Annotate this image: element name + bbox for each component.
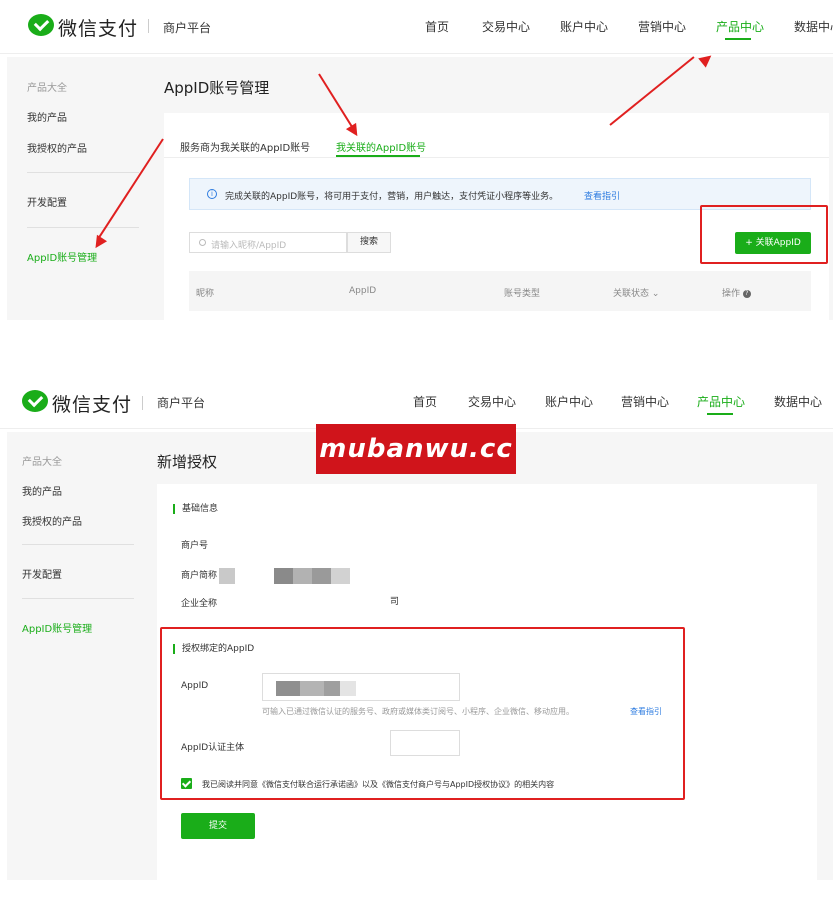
sidebar-divider [27,172,139,173]
sidebar-divider [27,227,139,228]
platform-subtitle: 商户平台 [157,396,206,410]
sidebar-item-my-products[interactable]: 我的产品 [22,483,62,498]
top-header: 微信支付 商户平台 首页 交易中心 账户中心 营销中心 产品中心 数据中心 [0,375,833,429]
search-placeholder: 请输入昵称/AppID [211,241,287,251]
merchant-short-name-label: 商户简称 [181,571,218,581]
nav-product-center[interactable]: 产品中心 [697,393,745,410]
redacted-short-name-value [274,568,350,584]
tab-provider-linked-appid[interactable]: 服务商为我关联的AppID账号 [180,139,310,154]
column-account-type: 账号类型 [504,289,541,299]
sidebar-item-my-products[interactable]: 我的产品 [27,109,67,124]
sidebar-item-authorized-products[interactable]: 我授权的产品 [22,513,82,528]
column-link-status-label: 关联状态 [613,289,650,299]
sidebar-divider [22,598,134,599]
nav-marketing-center[interactable]: 营销中心 [621,393,669,410]
nav-marketing-center[interactable]: 营销中心 [638,18,686,35]
column-appid: AppID [349,286,377,296]
info-text: 完成关联的AppID账号，将可用于支付，营销，用户触达，支付凭证小程序等业务。 [225,192,559,202]
top-header: 微信支付 商户平台 首页 交易中心 账户中心 营销中心 产品中心 数据中心 [0,0,833,54]
search-icon [199,239,206,246]
sidebar-item-appid-management[interactable]: AppID账号管理 [22,620,92,635]
wechat-pay-logo-icon [28,14,54,36]
wechat-pay-logo-icon [22,390,48,412]
platform-subtitle: 商户平台 [163,21,212,35]
sidebar-group-title: 产品大全 [27,83,67,94]
header-divider [148,19,149,33]
merchant-no-label: 商户号 [181,541,209,551]
nav-home[interactable]: 首页 [413,393,437,410]
section-basic-info: 基础信息 [173,504,218,514]
nav-data-center[interactable]: 数据中心 [794,18,833,35]
nav-active-indicator [707,413,733,415]
company-name-label: 企业全称 [181,599,218,609]
column-link-status[interactable]: 关联状态 ⌄ [613,286,659,299]
info-guide-link[interactable]: 查看指引 [584,189,620,202]
company-name-value: 司 [390,597,400,607]
nav-account-center[interactable]: 账户中心 [560,18,608,35]
submit-button[interactable]: 提交 [181,813,255,839]
question-icon[interactable]: ? [742,289,751,298]
column-operation-label: 操作 [722,289,741,299]
page-title: 新增授权 [157,453,218,471]
sidebar-divider [22,544,134,545]
nav-home[interactable]: 首页 [425,18,449,35]
sidebar-item-dev-config[interactable]: 开发配置 [22,566,62,581]
nav-account-center[interactable]: 账户中心 [545,393,593,410]
sidebar: 产品大全 我的产品 我授权的产品 开发配置 AppID账号管理 [7,432,149,880]
table-header: 昵称 AppID 账号类型 关联状态 ⌄ 操作 ? [189,271,811,311]
nav-active-indicator [725,38,751,40]
sidebar-item-dev-config[interactable]: 开发配置 [27,194,67,209]
column-nickname: 昵称 [196,289,215,299]
logo-text: 微信支付 [58,18,139,40]
watermark: mubanwu.cc [316,424,516,474]
info-icon: i [207,189,217,199]
logo-text: 微信支付 [52,394,133,416]
screenshot-appid-management: 微信支付 商户平台 首页 交易中心 账户中心 营销中心 产品中心 数据中心 产品… [0,0,833,320]
main-area: AppID账号管理 服务商为我关联的AppID账号 我关联的AppID账号 i … [155,57,833,320]
tab-divider [164,157,829,158]
column-operation: 操作 ? [722,286,751,299]
page-title: AppID账号管理 [164,79,270,97]
screenshot-new-authorization: 微信支付 商户平台 首页 交易中心 账户中心 营销中心 产品中心 数据中心 产品… [0,375,833,880]
nav-product-center[interactable]: 产品中心 [716,18,764,35]
sidebar-item-authorized-products[interactable]: 我授权的产品 [27,140,87,155]
annotation-box-add-button [700,205,828,264]
nav-trade-center[interactable]: 交易中心 [482,18,530,35]
nav-trade-center[interactable]: 交易中心 [468,393,516,410]
tab-my-linked-appid[interactable]: 我关联的AppID账号 [336,139,426,154]
annotation-box-appid-section [160,627,685,800]
nav-data-center[interactable]: 数据中心 [774,393,822,410]
header-divider [142,396,143,410]
redacted-short-name [219,568,235,584]
sidebar-group-title: 产品大全 [22,457,62,468]
sidebar-item-appid-management[interactable]: AppID账号管理 [27,249,97,264]
search-button[interactable]: 搜索 [347,232,391,253]
sidebar: 产品大全 我的产品 我授权的产品 开发配置 AppID账号管理 [7,57,155,320]
chevron-down-icon: ⌄ [649,289,660,299]
search-input[interactable]: 请输入昵称/AppID [189,232,347,253]
